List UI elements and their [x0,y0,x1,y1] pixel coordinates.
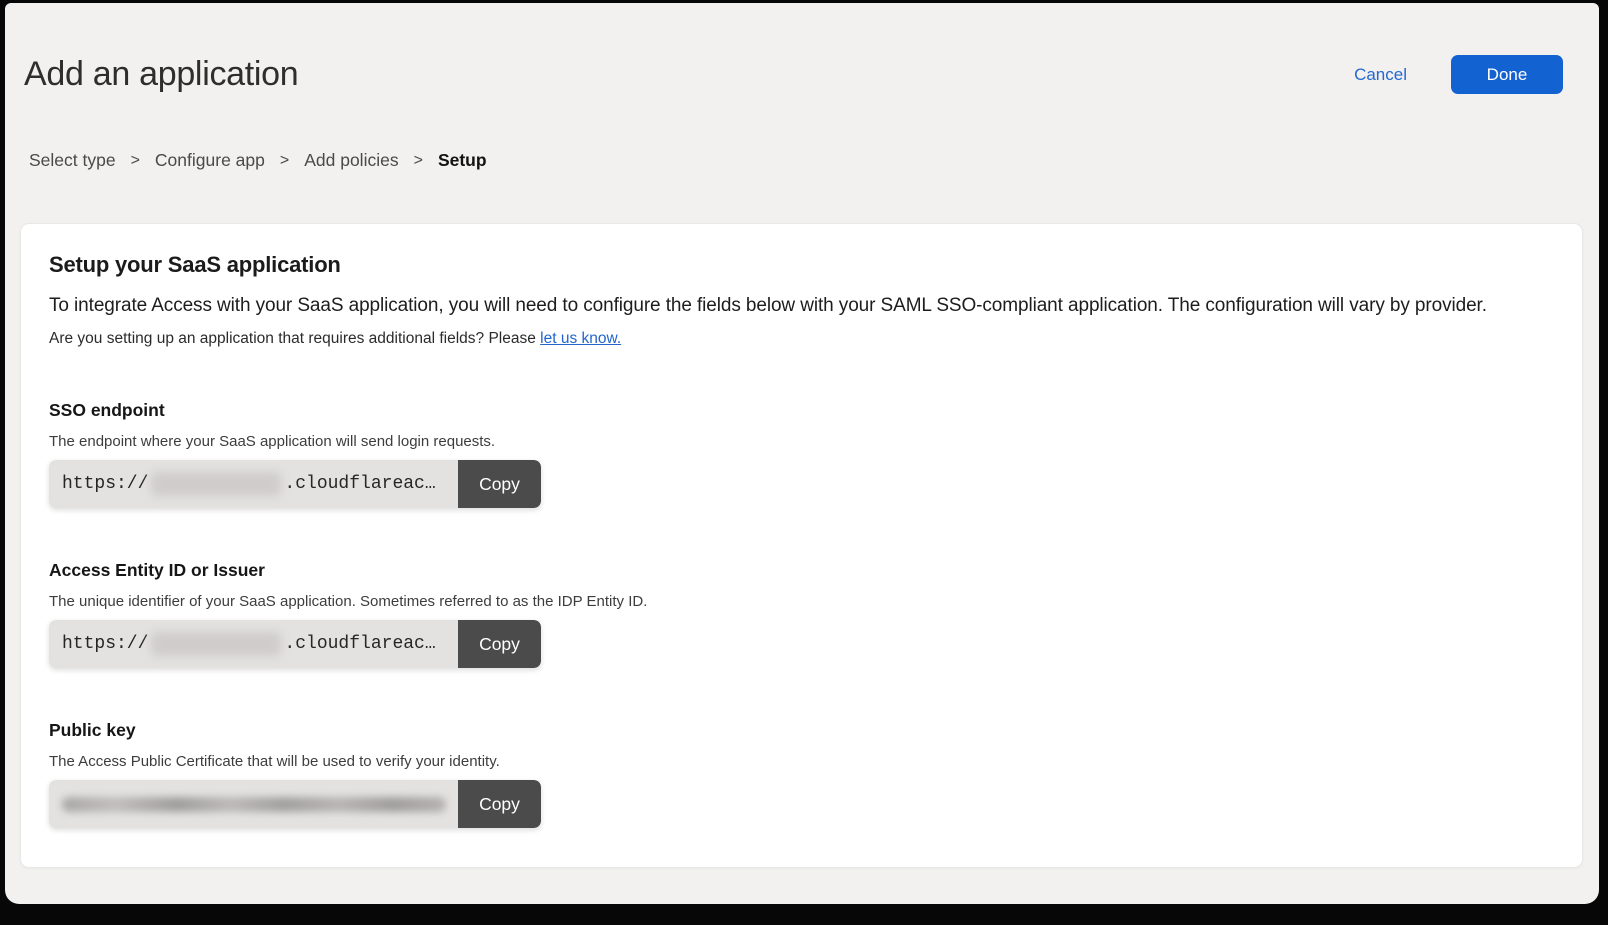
page: Add an application Cancel Done Select ty… [5,3,1599,904]
public-key-title: Public key [49,720,1554,741]
sso-endpoint-title: SSO endpoint [49,400,1554,421]
breadcrumb: Select type > Configure app > Add polici… [29,150,1599,171]
let-us-know-link[interactable]: let us know. [540,330,621,347]
card-intro-text: To integrate Access with your SaaS appli… [49,295,1554,317]
public-key-field-row: Copy [49,780,541,828]
sso-endpoint-url-prefix: https:// [62,474,148,494]
page-header: Add an application Cancel Done [5,3,1599,94]
sso-endpoint-value: https:// .cloudflareac… [49,460,458,508]
sso-endpoint-field-row: https:// .cloudflareac… Copy [49,460,541,508]
cancel-button[interactable]: Cancel [1354,65,1407,85]
access-entity-id-copy-button[interactable]: Copy [458,620,541,668]
access-entity-id-section: Access Entity ID or Issuer The unique id… [49,560,1554,668]
public-key-section: Public key The Access Public Certificate… [49,720,1554,828]
page-title: Add an application [24,55,298,94]
breadcrumb-step-select-type[interactable]: Select type [29,150,116,171]
public-key-copy-button[interactable]: Copy [458,780,541,828]
public-key-description: The Access Public Certificate that will … [49,753,1554,770]
access-entity-id-url-suffix: .cloudflareac… [284,634,435,654]
access-entity-id-value: https:// .cloudflareac… [49,620,458,668]
sso-endpoint-copy-button[interactable]: Copy [458,460,541,508]
breadcrumb-separator: > [280,152,289,170]
redacted-certificate-blur [62,797,446,812]
access-entity-id-url-prefix: https:// [62,634,148,654]
sso-endpoint-section: SSO endpoint The endpoint where your Saa… [49,400,1554,508]
breadcrumb-step-configure-app[interactable]: Configure app [155,150,265,171]
access-entity-id-field-row: https:// .cloudflareac… Copy [49,620,541,668]
app-window: { "header": { "title": "Add an applicati… [0,0,1608,925]
breadcrumb-separator: > [414,152,423,170]
header-actions: Cancel Done [1354,55,1563,94]
setup-card: Setup your SaaS application To integrate… [20,223,1583,868]
sso-endpoint-description: The endpoint where your SaaS application… [49,433,1554,450]
breadcrumb-separator: > [131,152,140,170]
sso-endpoint-url-suffix: .cloudflareac… [284,474,435,494]
done-button[interactable]: Done [1451,55,1563,94]
access-entity-id-description: The unique identifier of your SaaS appli… [49,593,1554,610]
card-note-text: Are you setting up an application that r… [49,330,536,347]
card-note: Are you setting up an application that r… [49,330,1554,348]
public-key-value [49,780,458,828]
breadcrumb-step-add-policies[interactable]: Add policies [304,150,398,171]
access-entity-id-title: Access Entity ID or Issuer [49,560,1554,581]
card-title: Setup your SaaS application [49,252,1554,278]
redacted-team-name-blur [151,632,281,656]
breadcrumb-step-setup: Setup [438,150,487,171]
redacted-team-name-blur [151,472,281,496]
